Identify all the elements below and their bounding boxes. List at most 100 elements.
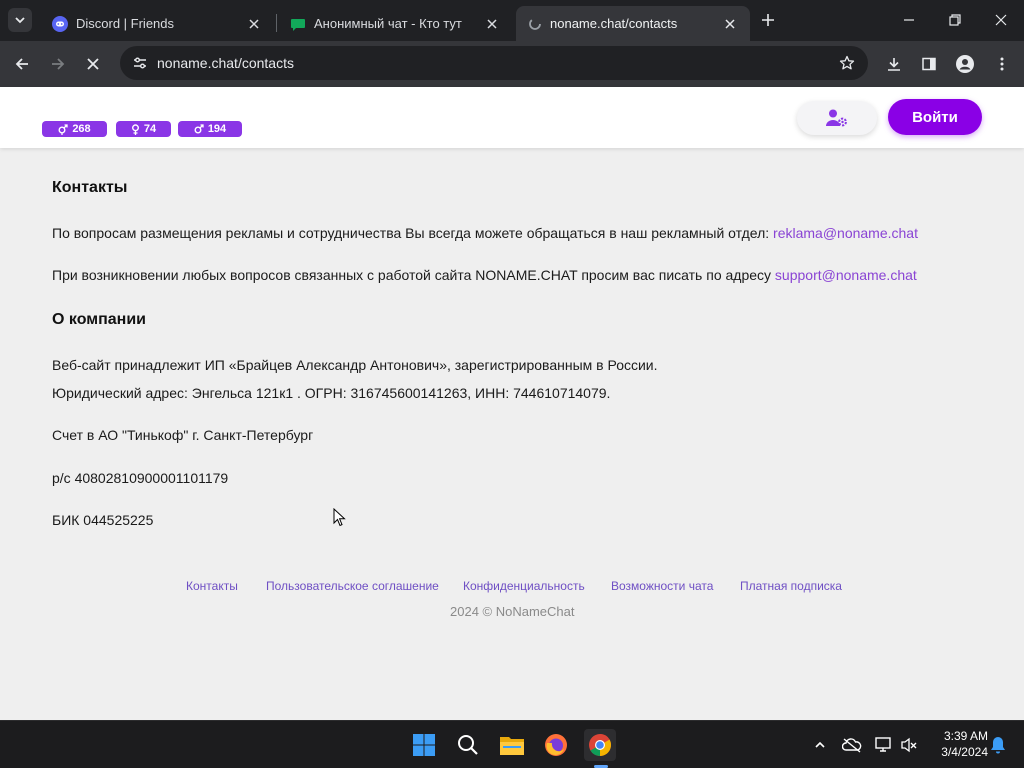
close-icon	[725, 18, 735, 29]
support-paragraph: При возникновении любых вопросов связанн…	[52, 267, 917, 283]
folder-icon	[500, 737, 524, 755]
tab-title: Discord | Friends	[76, 16, 175, 31]
contacts-heading: Контакты	[52, 179, 128, 196]
login-button[interactable]: Войти	[888, 99, 982, 135]
restore-button[interactable]	[932, 0, 978, 40]
legal-address-text: Юридический адрес: Энгельса 121к1 . ОГРН…	[52, 385, 611, 401]
side-panel-button[interactable]	[915, 50, 943, 78]
tab-title: Анонимный чат - Кто тут	[314, 16, 462, 31]
volume-muted-icon	[901, 737, 917, 753]
bik-text: БИК 044525225	[52, 512, 154, 528]
close-icon	[995, 14, 1007, 26]
arrow-left-icon	[15, 58, 28, 70]
profile-icon	[956, 55, 974, 73]
side-panel-icon	[922, 57, 936, 71]
tab-title: noname.chat/contacts	[550, 16, 678, 31]
owner-text: Веб-сайт принадлежит ИП «Брайцев Алексан…	[52, 357, 658, 373]
mouse-cursor-icon	[333, 508, 346, 527]
start-button[interactable]	[408, 729, 440, 761]
close-icon	[487, 18, 497, 29]
online-male-badge: 194	[178, 121, 242, 137]
notifications-button[interactable]	[986, 733, 1010, 757]
bell-icon	[991, 737, 1005, 754]
firefox-icon	[545, 734, 567, 756]
new-tab-button[interactable]	[756, 8, 780, 32]
tab-anon-chat[interactable]: Анонимный чат - Кто тут	[278, 6, 512, 41]
close-window-button[interactable]	[978, 0, 1024, 40]
cloud-offline-icon	[842, 738, 862, 753]
tab-discord[interactable]: Discord | Friends	[40, 6, 274, 41]
tab-noname-contacts[interactable]: noname.chat/contacts	[516, 6, 750, 41]
close-tab-button[interactable]	[246, 16, 262, 32]
chat-bubble-icon	[291, 18, 305, 31]
gender-neutral-icon	[58, 123, 68, 135]
ads-text: По вопросам размещения рекламы и сотрудн…	[52, 225, 774, 241]
browser-tab-strip: Discord | Friends Анонимный чат - Кто ту…	[0, 0, 1024, 41]
footer-link-subscription[interactable]: Платная подписка	[740, 579, 842, 593]
ads-paragraph: По вопросам размещения рекламы и сотрудн…	[52, 225, 918, 241]
arrow-right-icon	[52, 58, 65, 70]
system-clock[interactable]: 3:39 AM 3/4/2024	[924, 728, 988, 760]
firefox-button[interactable]	[540, 729, 572, 761]
windows-logo-icon	[413, 734, 435, 756]
bank-text: Счет в АО "Тинькоф" г. Санкт-Петербург	[52, 427, 314, 443]
bookmark-button[interactable]	[836, 52, 858, 74]
tune-icon	[134, 57, 146, 69]
copyright: 2024 © NoNameChat	[450, 604, 575, 619]
user-settings-button[interactable]	[797, 101, 877, 135]
address-bar[interactable]: noname.chat/contacts	[120, 46, 868, 80]
show-hidden-icons-button[interactable]	[808, 733, 832, 757]
user-settings-icon	[826, 109, 847, 127]
download-icon	[888, 58, 900, 71]
volume-button[interactable]	[897, 733, 921, 757]
search-icon	[458, 735, 478, 755]
support-email-link[interactable]: support@noname.chat	[775, 267, 917, 283]
network-icon	[875, 737, 891, 752]
profile-button[interactable]	[951, 50, 979, 78]
minimize-icon	[904, 19, 914, 21]
close-icon	[249, 18, 259, 29]
close-tab-button[interactable]	[484, 16, 500, 32]
footer-link-privacy[interactable]: Конфиденциальность	[463, 579, 585, 593]
badge-count: 194	[207, 123, 227, 135]
browser-toolbar: noname.chat/contacts	[0, 41, 1024, 87]
restore-icon	[949, 14, 961, 26]
minimize-button[interactable]	[886, 0, 932, 40]
search-button[interactable]	[452, 729, 484, 761]
footer-link-contacts[interactable]: Контакты	[186, 579, 238, 593]
site-header: 268 74 194 Войти	[0, 87, 1024, 148]
online-total-badge: 268	[42, 121, 107, 137]
company-heading: О компании	[52, 311, 146, 328]
account-text: р/с 40802810900001101179	[52, 470, 229, 486]
footer-link-features[interactable]: Возможности чата	[611, 579, 713, 593]
site-info-button[interactable]	[128, 51, 152, 75]
forward-button[interactable]	[44, 50, 72, 78]
stop-loading-button[interactable]	[79, 50, 107, 78]
ads-email-link[interactable]: reklama@noname.chat	[773, 225, 918, 241]
url-text: noname.chat/contacts	[157, 55, 294, 71]
plus-icon	[762, 14, 774, 26]
loading-icon	[529, 17, 541, 30]
browser-menu-button[interactable]	[988, 50, 1016, 78]
chevron-up-icon	[815, 741, 825, 748]
more-vertical-icon	[1000, 57, 1004, 71]
female-icon	[131, 123, 139, 135]
badge-count: 268	[72, 123, 91, 135]
discord-icon	[52, 15, 68, 32]
tab-search-button[interactable]	[8, 8, 32, 32]
footer-link-terms[interactable]: Пользовательское соглашение	[266, 579, 439, 593]
downloads-button[interactable]	[880, 50, 908, 78]
chevron-down-icon	[15, 17, 25, 24]
onedrive-button[interactable]	[840, 733, 864, 757]
clock-date: 3/4/2024	[941, 745, 988, 759]
online-female-badge: 74	[116, 121, 171, 137]
file-explorer-button[interactable]	[496, 729, 528, 761]
star-icon	[839, 55, 855, 70]
chrome-button[interactable]	[584, 729, 616, 761]
badge-count: 74	[143, 123, 157, 135]
chrome-icon	[589, 734, 611, 756]
back-button[interactable]	[8, 50, 36, 78]
network-button[interactable]	[872, 733, 896, 757]
close-tab-button[interactable]	[722, 16, 738, 32]
male-icon	[194, 124, 204, 134]
